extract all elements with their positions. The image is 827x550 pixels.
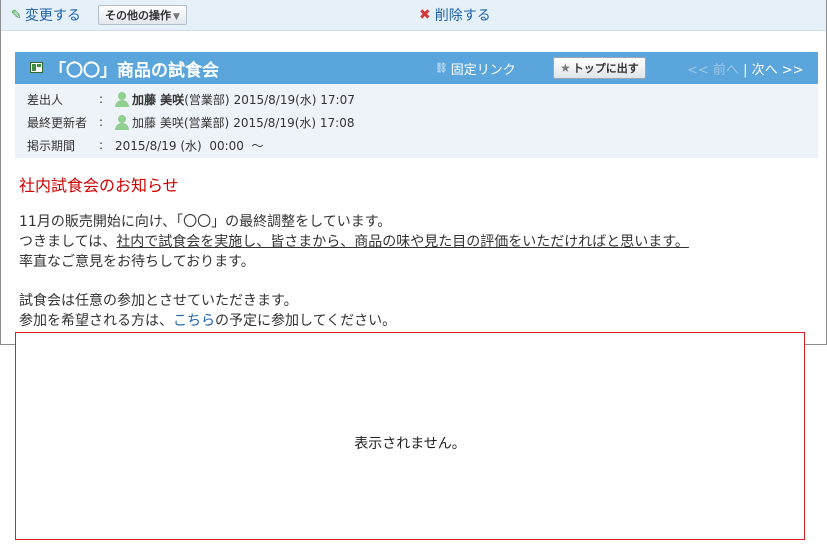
period-row: 掲示期間 : 2015/8/19 (水) 00:00 ～ — [27, 136, 264, 154]
star-icon: ★ — [560, 61, 571, 75]
period-value: 2015/8/19 (水) 00:00 ～ — [115, 138, 264, 153]
move-to-top-button[interactable]: ★ トップに出す — [553, 57, 646, 79]
sender-dept: (営業部) — [184, 92, 230, 107]
edit-button[interactable]: ✎ 変更する — [11, 5, 81, 25]
chain-link-icon: ⛓ — [435, 63, 448, 74]
toolbar: ✎ 変更する その他の操作 ▼ ✖ 削除する — [1, 0, 826, 31]
message-frame: ✎ 変更する その他の操作 ▼ ✖ 削除する 「〇〇」商品の試食会 ⛓ 固定リンク… — [0, 0, 827, 345]
meta-panel: 差出人 : 加藤 美咲 (営業部) 2015/8/19(水) 17:07 最終更… — [15, 84, 818, 158]
schedule-link[interactable]: こちら — [173, 313, 215, 329]
prev-link: << 前へ — [687, 63, 739, 78]
period-colon: : — [99, 138, 104, 152]
more-actions-label: その他の操作 — [105, 9, 171, 22]
body-line-1: 11月の販売開始に向け、「〇〇」の最終調整をしています。 — [19, 214, 392, 230]
body-heading: 社内試食会のお知らせ — [19, 176, 179, 195]
updater-row: 最終更新者 : 加藤 美咲 (営業部) 2015/8/19(水) 17:08 — [27, 113, 355, 131]
permalink-link[interactable]: ⛓ 固定リンク — [435, 59, 516, 78]
sender-row: 差出人 : 加藤 美咲 (営業部) 2015/8/19(水) 17:07 — [27, 90, 355, 108]
updater-label: 最終更新者 — [27, 115, 88, 130]
caret-down-icon: ▼ — [173, 12, 180, 22]
user-icon — [115, 114, 129, 130]
pencil-icon: ✎ — [11, 7, 22, 23]
hidden-area-box: 表示されません。 — [15, 332, 805, 540]
body-line-2: つきましては、社内で試食会を実施し、皆さまから、商品の味や見た目の評価をいただけ… — [19, 231, 689, 251]
updater-colon: : — [99, 115, 104, 129]
delete-label: 削除する — [434, 8, 491, 24]
title-bar: 「〇〇」商品の試食会 ⛓ 固定リンク ★ トップに出す << 前へ | 次へ >> — [15, 52, 818, 84]
sender-datetime: 2015/8/19(水) 17:07 — [233, 92, 355, 107]
hidden-area-message: 表示されません。 — [354, 436, 466, 452]
updater-datetime: 2015/8/19(水) 17:08 — [233, 115, 355, 130]
sender-name[interactable]: 加藤 美咲 — [132, 91, 184, 108]
bulletin-icon — [30, 62, 43, 73]
delete-button[interactable]: ✖ 削除する — [419, 5, 491, 25]
body-line-4: 試食会は任意の参加とさせていただきます。 — [19, 293, 298, 309]
body-line-2-pre: つきましては、 — [19, 234, 117, 250]
body-line-2-underlined: 社内で試食会を実施し、皆さまから、商品の味や見た目の評価をいただければと思います… — [116, 234, 689, 250]
user-icon — [115, 91, 129, 107]
body-line-5-pre: 参加を希望される方は、 — [19, 313, 173, 329]
permalink-label: 固定リンク — [450, 63, 516, 78]
edit-label: 変更する — [24, 8, 81, 24]
page-title: 「〇〇」商品の試食会 — [49, 61, 219, 81]
updater-name[interactable]: 加藤 美咲 — [132, 114, 184, 131]
pager-separator: | — [743, 63, 748, 78]
move-to-top-label: トップに出す — [572, 62, 639, 75]
body-line-5: 参加を希望される方は、こちらの予定に参加してください。 — [19, 310, 396, 330]
updater-dept: (営業部) — [183, 115, 230, 130]
sender-colon: : — [99, 92, 104, 106]
more-actions-dropdown[interactable]: その他の操作 ▼ — [98, 5, 187, 25]
body-line-3: 率直なご意見をお待ちしております。 — [19, 254, 255, 270]
period-label: 掲示期間 — [27, 138, 76, 153]
delete-x-icon: ✖ — [419, 7, 431, 23]
next-link[interactable]: 次へ >> — [752, 63, 804, 78]
pager: << 前へ | 次へ >> — [687, 59, 804, 78]
body-line-5-post: の予定に参加してください。 — [215, 313, 397, 329]
sender-label: 差出人 — [27, 92, 64, 107]
